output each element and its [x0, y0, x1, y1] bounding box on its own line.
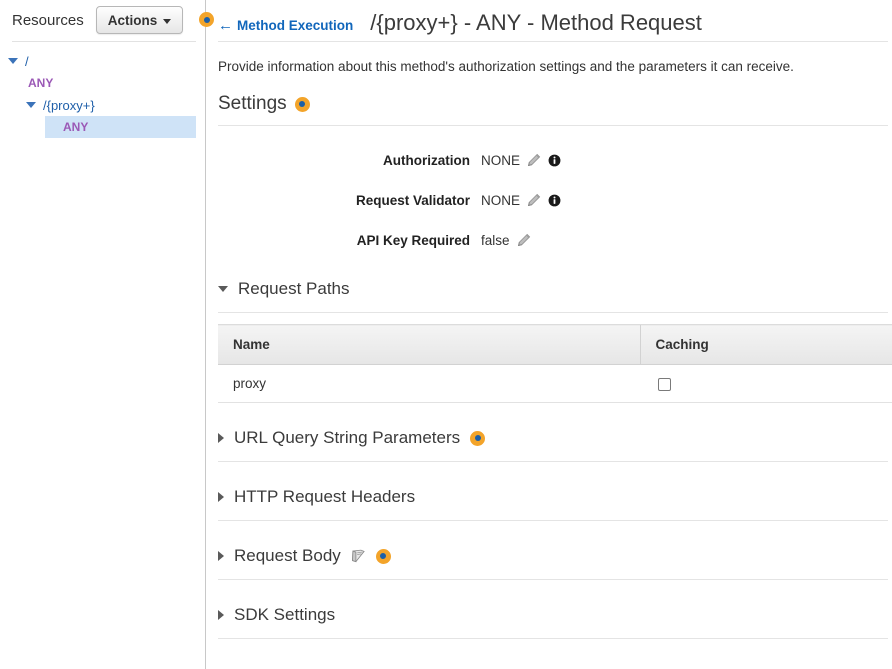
- pencil-icon[interactable]: [527, 193, 541, 207]
- column-header-name: Name: [218, 325, 640, 365]
- tree-item-proxy-label[interactable]: /{proxy+}: [43, 98, 95, 113]
- tree-item-root[interactable]: /: [0, 50, 206, 72]
- tree-item-proxy-any-label[interactable]: ANY: [63, 120, 88, 134]
- section-header-sdk-settings[interactable]: SDK Settings: [218, 602, 892, 628]
- page-header: ← Method Execution /{proxy+} - ANY - Met…: [207, 0, 892, 34]
- actions-button-label: Actions: [108, 13, 158, 28]
- setting-value-group-api-key-required: false: [481, 233, 531, 248]
- pencil-icon[interactable]: [517, 233, 531, 247]
- section-header-request-body[interactable]: Request Body: [218, 543, 892, 569]
- cell-caching: [640, 365, 892, 403]
- tree-item-root-label[interactable]: /: [25, 54, 29, 69]
- settings-heading: Settings: [218, 93, 892, 115]
- request-paths-divider: [218, 312, 888, 313]
- page-description: Provide information about this method's …: [218, 59, 892, 74]
- setting-value-authorization: NONE: [481, 153, 520, 168]
- section-label-url-query-string-parameters: URL Query String Parameters: [234, 428, 460, 448]
- section-header-url-query-string-parameters[interactable]: URL Query String Parameters: [218, 425, 892, 451]
- api-gateway-method-request-page: Resources Actions / ANY /{proxy+} ANY: [0, 0, 892, 669]
- triangle-down-icon[interactable]: [8, 58, 18, 64]
- help-badge-icon[interactable]: [470, 431, 485, 446]
- triangle-right-icon[interactable]: [218, 433, 224, 443]
- info-icon[interactable]: [548, 194, 561, 207]
- settings-divider: [218, 125, 888, 126]
- caching-checkbox[interactable]: [658, 378, 671, 391]
- section-label-request-body: Request Body: [234, 546, 341, 566]
- cell-path-name: proxy: [218, 365, 640, 403]
- settings-heading-label: Settings: [218, 93, 287, 115]
- book-icon: [351, 549, 366, 563]
- setting-label-authorization: Authorization: [207, 153, 481, 168]
- setting-value-group-authorization: NONE: [481, 153, 561, 168]
- setting-row-authorization: Authorization NONE: [207, 140, 892, 180]
- tree-item-proxy[interactable]: /{proxy+}: [0, 94, 206, 116]
- main-panel: ← Method Execution /{proxy+} - ANY - Met…: [207, 0, 892, 669]
- section-header-http-request-headers[interactable]: HTTP Request Headers: [218, 484, 892, 510]
- setting-value-api-key-required: false: [481, 233, 510, 248]
- triangle-right-icon[interactable]: [218, 492, 224, 502]
- pencil-icon[interactable]: [527, 153, 541, 167]
- actions-button[interactable]: Actions: [96, 6, 184, 34]
- page-title: /{proxy+} - ANY - Method Request: [370, 10, 702, 36]
- section-label-request-paths: Request Paths: [238, 279, 350, 299]
- triangle-down-icon[interactable]: [218, 286, 228, 292]
- back-link-label: Method Execution: [237, 18, 353, 33]
- setting-label-api-key-required: API Key Required: [207, 233, 481, 248]
- setting-row-api-key-required: API Key Required false: [207, 220, 892, 260]
- settings-list: Authorization NONE: [207, 140, 892, 260]
- header-divider: [218, 41, 888, 42]
- help-badge-icon[interactable]: [376, 549, 391, 564]
- setting-value-request-validator: NONE: [481, 193, 520, 208]
- triangle-down-icon[interactable]: [26, 102, 36, 108]
- sidebar-divider: [12, 41, 196, 42]
- triangle-right-icon[interactable]: [218, 551, 224, 561]
- tree-item-proxy-any[interactable]: ANY: [45, 116, 196, 138]
- tree-item-root-any-label[interactable]: ANY: [28, 76, 53, 90]
- resources-title: Resources: [12, 12, 84, 29]
- setting-value-group-request-validator: NONE: [481, 193, 561, 208]
- info-icon[interactable]: [548, 154, 561, 167]
- help-badge-icon[interactable]: [295, 97, 310, 112]
- section-label-sdk-settings: SDK Settings: [234, 605, 335, 625]
- chevron-down-icon: [163, 19, 171, 24]
- resources-sidebar: Resources Actions / ANY /{proxy+} ANY: [0, 0, 206, 669]
- setting-label-request-validator: Request Validator: [207, 193, 481, 208]
- table-row: proxy: [218, 365, 892, 403]
- column-header-caching: Caching: [640, 325, 892, 365]
- request-paths-table: Name Caching proxy: [218, 324, 892, 403]
- triangle-right-icon[interactable]: [218, 610, 224, 620]
- arrow-left-icon: ←: [218, 18, 233, 33]
- table-header-row: Name Caching: [218, 325, 892, 365]
- back-to-method-execution-link[interactable]: ← Method Execution: [218, 18, 353, 33]
- section-label-http-request-headers: HTTP Request Headers: [234, 487, 415, 507]
- section-header-request-paths[interactable]: Request Paths: [218, 276, 892, 302]
- tree-item-root-any[interactable]: ANY: [0, 72, 206, 94]
- sidebar-header: Resources Actions: [0, 0, 205, 40]
- sdk-settings-divider: [218, 638, 888, 639]
- help-badge-icon[interactable]: [199, 12, 214, 27]
- setting-row-request-validator: Request Validator NONE: [207, 180, 892, 220]
- resource-tree: / ANY /{proxy+} ANY: [0, 50, 206, 138]
